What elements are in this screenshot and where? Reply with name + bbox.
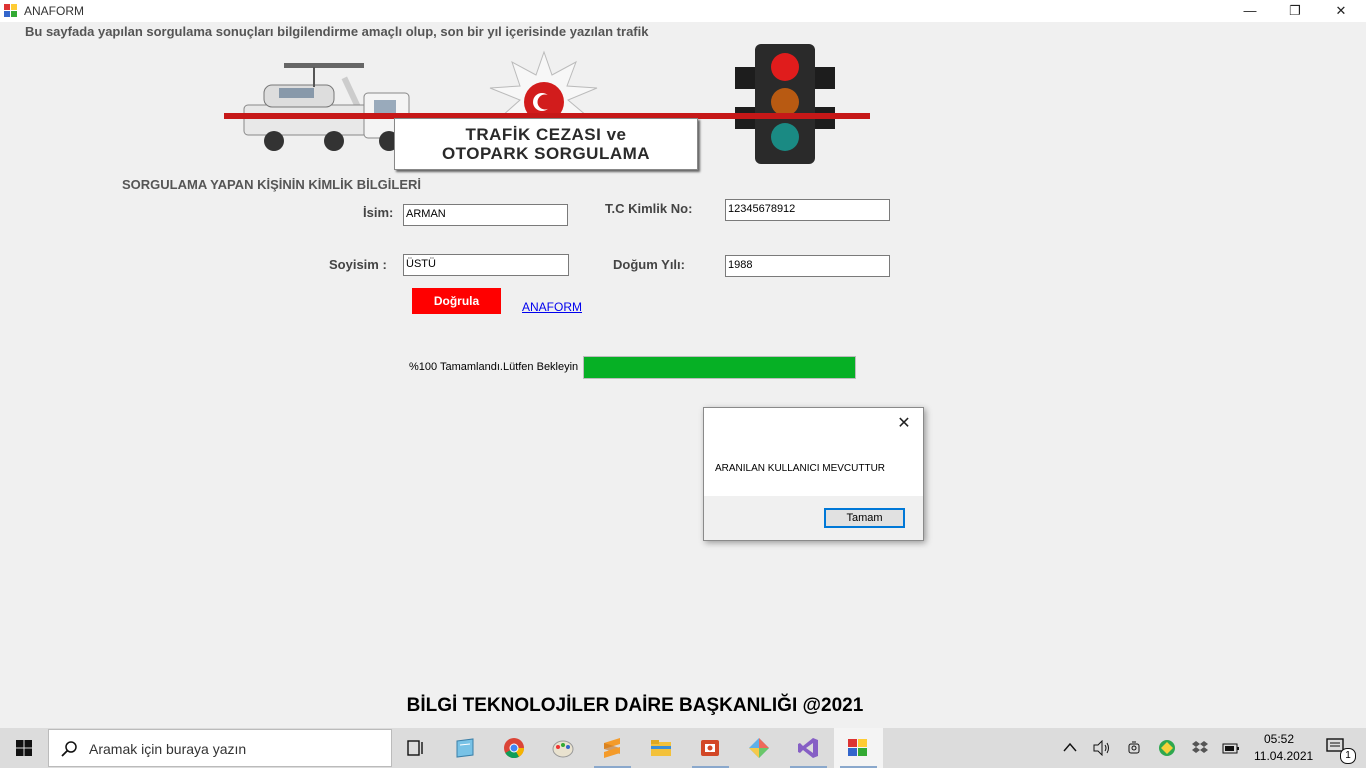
- taskbar-visual-studio[interactable]: [784, 728, 833, 768]
- banner-title-box: TRAFİK CEZASI ve OTOPARK SORGULAMA: [394, 118, 698, 170]
- message-dialog: ✕ ARANILAN KULLANICI MEVCUTTUR Tamam: [703, 407, 924, 541]
- taskbar-paint[interactable]: [539, 728, 588, 768]
- close-button[interactable]: ✕: [1318, 0, 1364, 22]
- chrome-icon: [504, 738, 525, 759]
- taskbar-search-box[interactable]: Aramak için buraya yazın: [48, 729, 392, 767]
- ms-paint-3d-icon: [749, 738, 769, 758]
- identity-heading: SORGULAMA YAPAN KİŞİNİN KİMLİK BİLGİLERİ: [122, 177, 422, 192]
- banner-title-line1: TRAFİK CEZASI ve: [465, 125, 627, 144]
- search-placeholder: Aramak için buraya yazın: [89, 741, 247, 757]
- surname-input[interactable]: ÜSTÜ: [403, 254, 569, 276]
- volume-icon[interactable]: [1093, 740, 1111, 756]
- file-explorer-icon: [651, 740, 671, 756]
- tow-truck-image: [243, 63, 410, 151]
- notification-count-badge: 1: [1340, 748, 1356, 764]
- clock-time[interactable]: 05:52: [1264, 732, 1294, 746]
- name-label: İsim:: [363, 205, 394, 220]
- surname-label: Soyisim :: [329, 257, 387, 272]
- info-text: Bu sayfada yapılan sorgulama sonuçları b…: [25, 24, 649, 39]
- task-view-button[interactable]: [392, 728, 441, 768]
- sublime-icon: [604, 738, 620, 758]
- anaform-app-icon: [848, 739, 867, 756]
- birth-year-label: Doğum Yılı:: [613, 257, 685, 272]
- taskbar-notepad[interactable]: [441, 728, 490, 768]
- taskbar: Aramak için buraya yazın 05:52 11.04.202…: [0, 728, 1366, 768]
- tc-label: T.C Kimlik No:: [605, 201, 693, 216]
- window-title: ANAFORM: [24, 4, 84, 18]
- name-input[interactable]: ARMAN: [403, 204, 568, 226]
- start-button[interactable]: [0, 728, 48, 768]
- police-emblem-image: [489, 50, 598, 120]
- taskbar-sublime[interactable]: [588, 728, 637, 768]
- dropbox-icon[interactable]: [1191, 740, 1209, 756]
- dialog-footer: Tamam: [704, 496, 923, 540]
- taskbar-paint-3d[interactable]: [735, 728, 784, 768]
- anaform-link[interactable]: ANAFORM: [522, 300, 582, 314]
- taskbar-chrome[interactable]: [490, 728, 539, 768]
- dialog-message: ARANILAN KULLANICI MEVCUTTUR: [715, 463, 886, 474]
- show-hidden-icons-icon[interactable]: [1063, 742, 1077, 752]
- title-bar: ANAFORM — ❐ ✕: [0, 0, 1366, 22]
- search-icon: [61, 741, 77, 757]
- taskbar-file-explorer[interactable]: [637, 728, 686, 768]
- footer-text: BİLGİ TEKNOLOJİLER DAİRE BAŞKANLIĞI @202…: [406, 695, 864, 716]
- clock-date[interactable]: 11.04.2021: [1254, 749, 1313, 763]
- maximize-button[interactable]: ❐: [1272, 0, 1318, 22]
- minimize-button[interactable]: —: [1227, 0, 1273, 22]
- task-view-icon: [407, 740, 423, 756]
- notepad-icon: [456, 738, 474, 758]
- windows-logo-icon: [16, 740, 32, 756]
- app-icon: [4, 4, 17, 17]
- taskbar-anaform-app[interactable]: [834, 728, 883, 768]
- traffic-light-image: [735, 44, 835, 164]
- paint-icon: [552, 740, 574, 758]
- powerpoint-icon: [701, 740, 719, 756]
- dialog-close-button[interactable]: ✕: [892, 413, 916, 435]
- progress-text: %100 Tamamlandı.Lütfen Bekleyin: [409, 361, 579, 373]
- app-tray-icon[interactable]: [1158, 739, 1176, 757]
- birth-year-input[interactable]: 1988: [725, 255, 890, 277]
- meet-now-icon[interactable]: [1127, 740, 1143, 756]
- ok-button[interactable]: Tamam: [824, 508, 905, 528]
- progress-fill: [584, 357, 855, 378]
- battery-icon[interactable]: [1222, 741, 1240, 755]
- banner-title-line2: OTOPARK SORGULAMA: [441, 144, 651, 163]
- progress-bar: [583, 356, 856, 379]
- taskbar-powerpoint[interactable]: [686, 728, 735, 768]
- verify-button[interactable]: Doğrula: [412, 288, 501, 314]
- tc-input[interactable]: 12345678912: [725, 199, 890, 221]
- visual-studio-icon: [798, 738, 818, 758]
- action-center-button[interactable]: 1: [1316, 728, 1366, 768]
